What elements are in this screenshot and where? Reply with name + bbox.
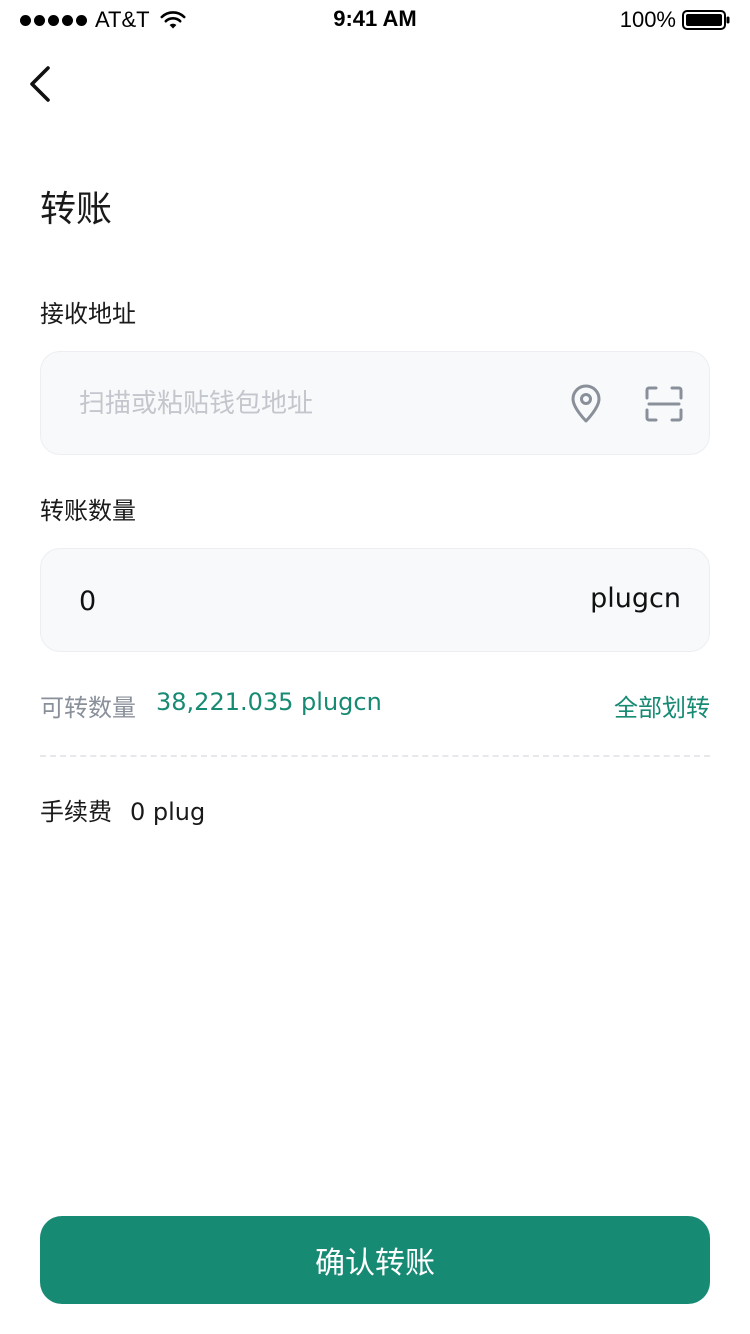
- divider: [40, 755, 710, 757]
- address-input[interactable]: [79, 384, 519, 424]
- available-row: 可转数量 38,221.035 plugcn 全部划转: [40, 688, 710, 722]
- location-pin-icon[interactable]: [569, 384, 603, 424]
- available-value: 38,221.035 plugcn: [156, 688, 382, 716]
- address-label: 接收地址: [40, 300, 136, 328]
- amount-input[interactable]: [79, 579, 479, 623]
- battery-percentage: 100%: [619, 7, 676, 32]
- fee-row: 手续费 0 plug: [40, 792, 205, 827]
- address-field: [40, 351, 710, 455]
- confirm-transfer-button[interactable]: 确认转账: [40, 1216, 710, 1304]
- amount-unit: plugcn: [590, 583, 681, 614]
- page-title: 转账: [40, 189, 113, 230]
- transfer-page: AT&T 9:41 AM 100% 转账 接收地址 扫描或粘贴钱包地址 转账数量…: [0, 0, 750, 1334]
- fee-value: 0 plug: [130, 798, 206, 826]
- scan-icon[interactable]: [645, 386, 683, 422]
- chevron-left-icon[interactable]: [24, 62, 60, 106]
- fee-label: 手续费: [40, 798, 112, 826]
- status-right: 100%: [620, 6, 730, 34]
- available-label: 可转数量: [40, 694, 136, 722]
- amount-field: plugcn: [40, 548, 710, 652]
- status-bar: AT&T 9:41 AM 100%: [0, 0, 750, 40]
- battery-icon: [682, 10, 730, 30]
- amount-label: 转账数量: [40, 497, 136, 525]
- transfer-all-link[interactable]: 全部划转: [614, 688, 710, 723]
